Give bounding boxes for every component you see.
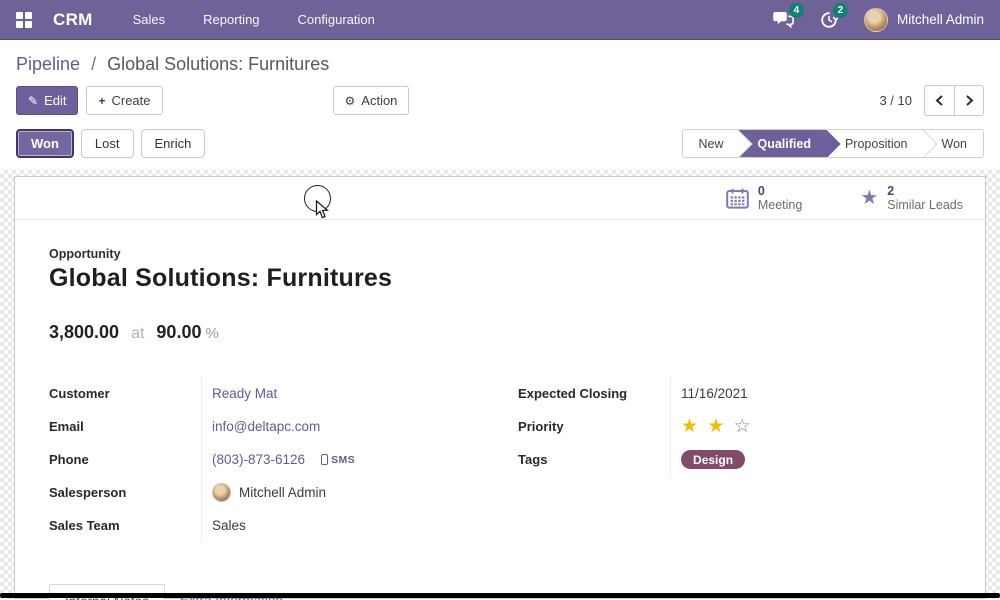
sales-team-label: Sales Team	[49, 518, 201, 533]
sales-team-row: Sales Team Sales	[49, 509, 473, 542]
messages-button[interactable]: 4	[773, 11, 794, 28]
apps-menu-icon[interactable]	[16, 12, 31, 27]
at-label: at	[131, 325, 144, 343]
pager: 3 / 10	[879, 85, 984, 116]
messages-count-badge: 4	[789, 3, 804, 18]
right-field-group: Expected Closing 11/16/2021 Priority ★ ★…	[518, 377, 951, 542]
email-row: Email info@deltapc.com	[49, 410, 473, 443]
left-field-group: Customer Ready Mat Email info@deltapc.co…	[49, 377, 473, 542]
plus-icon: +	[98, 94, 105, 108]
meeting-stat-button[interactable]: 0 Meeting	[726, 184, 802, 213]
mark-won-button[interactable]: Won	[16, 129, 74, 158]
activities-count-badge: 2	[833, 3, 848, 18]
recording-progress-bar	[0, 593, 1000, 598]
priority-stars[interactable]: ★ ★ ☆	[681, 417, 753, 436]
probability-value: 90.00	[156, 322, 201, 343]
tags-label: Tags	[518, 452, 670, 467]
star-filled-icon[interactable]: ★	[681, 416, 700, 437]
opportunity-title: Global Solutions: Furnitures	[49, 264, 951, 293]
mouse-cursor-icon	[315, 200, 329, 219]
menu-configuration[interactable]: Configuration	[298, 12, 375, 27]
pager-previous-button[interactable]	[925, 86, 954, 115]
priority-row: Priority ★ ★ ☆	[518, 410, 951, 443]
pencil-icon: ✎	[28, 94, 38, 108]
chevron-left-icon	[935, 95, 944, 106]
form-view-area: 0 Meeting ★ 2 Similar Leads Opportunity …	[0, 170, 1000, 599]
expected-closing-label: Expected Closing	[518, 386, 670, 401]
opportunity-form-card: 0 Meeting ★ 2 Similar Leads Opportunity …	[14, 176, 986, 599]
expected-closing-row: Expected Closing 11/16/2021	[518, 377, 951, 410]
star-icon: ★	[860, 188, 878, 208]
user-avatar[interactable]	[864, 8, 888, 32]
sheet-body: Opportunity Global Solutions: Furnitures…	[15, 247, 985, 600]
similar-leads-label: Similar Leads	[887, 198, 963, 212]
expected-revenue: 3,800.00	[49, 322, 119, 343]
email-label: Email	[49, 419, 201, 434]
chevron-right-icon	[965, 95, 974, 106]
breadcrumb-pipeline-link[interactable]: Pipeline	[16, 54, 80, 74]
gear-icon: ⚙	[345, 94, 356, 108]
app-name[interactable]: CRM	[53, 10, 93, 30]
star-filled-icon[interactable]: ★	[707, 416, 726, 437]
stage-statusbar: New Qualified Proposition Won	[682, 129, 984, 158]
tag-design[interactable]: Design	[681, 450, 745, 469]
sms-label: SMS	[331, 454, 355, 466]
create-button[interactable]: + Create	[86, 86, 162, 115]
mark-lost-button[interactable]: Lost	[81, 129, 134, 158]
enrich-button[interactable]: Enrich	[141, 129, 206, 158]
button-box: 0 Meeting ★ 2 Similar Leads	[15, 177, 985, 220]
menu-sales[interactable]: Sales	[133, 12, 166, 27]
salesperson-label: Salesperson	[49, 485, 201, 500]
calendar-icon	[726, 188, 749, 209]
pager-next-button[interactable]	[954, 86, 983, 115]
phone-label: Phone	[49, 452, 201, 467]
click-indicator	[304, 185, 331, 212]
expected-closing-value[interactable]: 11/16/2021	[681, 386, 748, 401]
priority-label: Priority	[518, 419, 670, 434]
sms-button[interactable]: SMS	[321, 454, 355, 466]
breadcrumb-current: Global Solutions: Furnitures	[107, 54, 329, 74]
breadcrumb: Pipeline / Global Solutions: Furnitures	[0, 40, 1000, 75]
customer-row: Customer Ready Mat	[49, 377, 473, 410]
star-empty-icon[interactable]: ☆	[734, 416, 753, 437]
sales-team-value[interactable]: Sales	[212, 518, 246, 533]
record-type-label: Opportunity	[49, 247, 951, 261]
salesperson-value[interactable]: Mitchell Admin	[239, 485, 326, 500]
email-value-link[interactable]: info@deltapc.com	[212, 419, 320, 434]
stage-new[interactable]: New	[683, 130, 737, 157]
percent-sign: %	[205, 325, 218, 342]
customer-value-link[interactable]: Ready Mat	[212, 386, 277, 401]
top-navbar: CRM Sales Reporting Configuration 4 2	[0, 0, 1000, 40]
pager-count: 3 / 10	[879, 93, 912, 108]
action-button[interactable]: ⚙ Action	[333, 86, 410, 115]
phone-value-link[interactable]: (803)-873-6126	[212, 452, 305, 467]
field-groups: Customer Ready Mat Email info@deltapc.co…	[49, 377, 951, 542]
control-panel: ✎ Edit + Create ⚙ Action 3 / 10	[0, 75, 1000, 116]
activities-button[interactable]: 2	[820, 11, 838, 29]
status-row: Won Lost Enrich New Qualified Propositio…	[0, 116, 1000, 170]
meeting-count: 0	[758, 184, 802, 198]
mobile-phone-icon	[321, 454, 328, 465]
user-name[interactable]: Mitchell Admin	[897, 12, 984, 27]
revenue-row: 3,800.00 at 90.00 %	[49, 322, 951, 343]
similar-leads-stat-button[interactable]: ★ 2 Similar Leads	[860, 184, 963, 213]
salesperson-avatar	[212, 483, 231, 502]
customer-label: Customer	[49, 386, 201, 401]
edit-button[interactable]: ✎ Edit	[16, 86, 78, 115]
meeting-label: Meeting	[758, 198, 802, 212]
menu-reporting[interactable]: Reporting	[203, 12, 259, 27]
tags-row: Tags Design	[518, 443, 951, 476]
similar-leads-count: 2	[887, 184, 963, 198]
phone-row: Phone (803)-873-6126 SMS	[49, 443, 473, 476]
salesperson-row: Salesperson Mitchell Admin	[49, 476, 473, 509]
breadcrumb-separator: /	[91, 54, 96, 74]
